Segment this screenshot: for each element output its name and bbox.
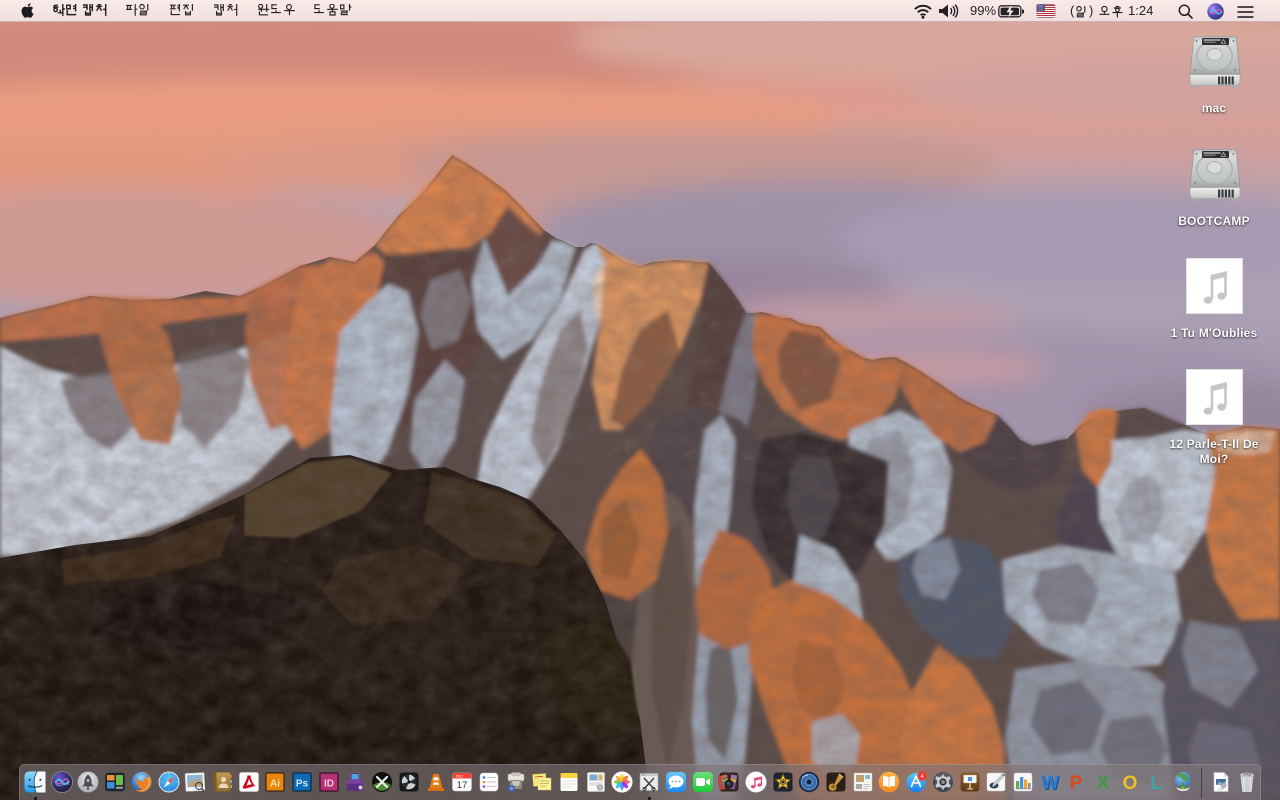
svg-text:X: X xyxy=(1097,773,1110,793)
svg-text:L: L xyxy=(1151,773,1163,793)
svg-text:DEC: DEC xyxy=(456,774,464,778)
svg-text:4: 4 xyxy=(921,774,924,780)
svg-text:Ai: Ai xyxy=(270,779,280,790)
svg-text:PDF: PDF xyxy=(1218,788,1224,792)
svg-text:ID: ID xyxy=(324,779,334,790)
svg-text:W: W xyxy=(1041,773,1059,793)
svg-text:17: 17 xyxy=(457,780,468,791)
svg-text:P: P xyxy=(1070,773,1083,793)
svg-text:O: O xyxy=(1122,773,1137,793)
svg-text:Ps: Ps xyxy=(296,779,309,790)
